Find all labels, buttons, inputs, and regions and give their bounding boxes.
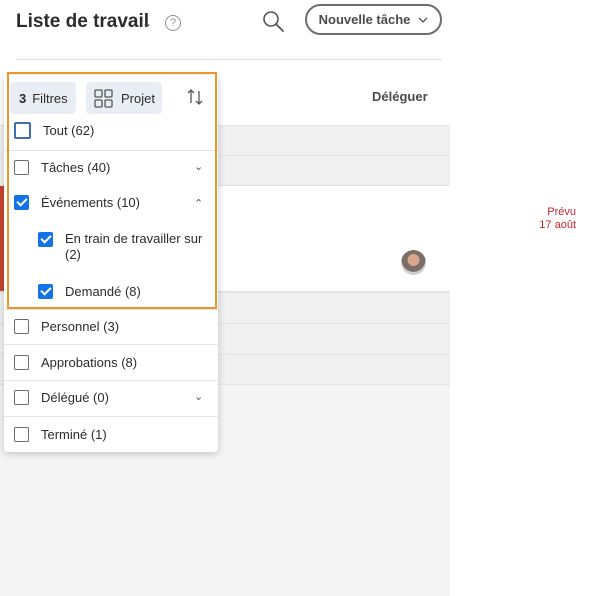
due-date-value: 17 août xyxy=(539,219,576,231)
filter-option-label: En train de travailler sur (2) xyxy=(65,231,203,262)
new-task-button[interactable]: Nouvelle tâche xyxy=(305,4,442,35)
chevron-down-icon[interactable]: ⌄ xyxy=(194,390,203,403)
filter-option-working-on[interactable]: En train de travailler sur (2) xyxy=(38,231,208,263)
checkbox[interactable] xyxy=(38,232,53,247)
chevron-down-icon[interactable]: ⌄ xyxy=(142,16,152,30)
project-label: Projet xyxy=(121,90,155,106)
chevron-down-icon xyxy=(418,17,428,23)
filter-option-done[interactable]: Terminé (1) xyxy=(14,427,107,442)
chevron-down-icon[interactable]: ⌄ xyxy=(194,160,203,173)
filters-button[interactable]: 3 Filtres xyxy=(10,82,76,114)
grid-icon xyxy=(94,88,113,108)
filter-option-tasks[interactable]: Tâches (40) xyxy=(14,160,110,175)
filter-option-requested[interactable]: Demandé (8) xyxy=(38,284,141,299)
new-task-label: Nouvelle tâche xyxy=(318,12,411,27)
divider xyxy=(4,309,218,310)
filter-option-label: Délégué (0) xyxy=(41,390,109,405)
filter-option-personal[interactable]: Personnel (3) xyxy=(14,319,119,334)
checkbox[interactable] xyxy=(38,284,53,299)
filters-label: Filtres xyxy=(32,90,68,106)
filter-option-label: Demandé (8) xyxy=(65,284,141,299)
chevron-up-icon[interactable]: ⌃ xyxy=(194,197,203,210)
help-icon[interactable]: ? xyxy=(165,15,181,31)
checkbox[interactable] xyxy=(14,195,29,210)
project-button[interactable]: Projet xyxy=(86,82,162,114)
due-label: Prévu xyxy=(547,206,576,218)
checkbox[interactable] xyxy=(14,427,29,442)
divider xyxy=(4,344,218,345)
filter-option-delegated[interactable]: Délégué (0) xyxy=(14,390,109,405)
due-date: Prévu 17 août xyxy=(539,206,576,232)
checkbox[interactable] xyxy=(14,319,29,334)
filters-count: 3 xyxy=(19,90,27,106)
filter-option-events[interactable]: Événements (10) xyxy=(14,195,140,210)
filter-option-label: Tout (62) xyxy=(43,123,95,138)
checkbox[interactable] xyxy=(14,160,29,175)
divider xyxy=(4,380,218,381)
filter-option-label: Approbations (8) xyxy=(41,355,138,370)
divider xyxy=(4,150,218,151)
filter-option-label: Événements (10) xyxy=(41,195,140,210)
filter-option-label: Personnel (3) xyxy=(41,319,120,334)
delegate-column-header[interactable]: Déléguer xyxy=(372,89,428,104)
filter-option-all[interactable]: Tout (62) xyxy=(14,122,94,139)
header-divider xyxy=(16,59,442,60)
checkbox[interactable] xyxy=(14,355,29,370)
search-icon[interactable] xyxy=(261,9,285,33)
filter-option-label: Terminé (1) xyxy=(41,427,107,442)
avatar[interactable] xyxy=(401,250,426,275)
checkbox[interactable] xyxy=(14,122,31,139)
divider xyxy=(4,416,218,417)
checkbox[interactable] xyxy=(14,390,29,405)
filter-option-label: Tâches (40) xyxy=(41,160,111,175)
filter-option-approvals[interactable]: Approbations (8) xyxy=(14,355,137,370)
sort-icon[interactable] xyxy=(186,88,204,106)
page-title: Liste de travail xyxy=(16,11,150,32)
